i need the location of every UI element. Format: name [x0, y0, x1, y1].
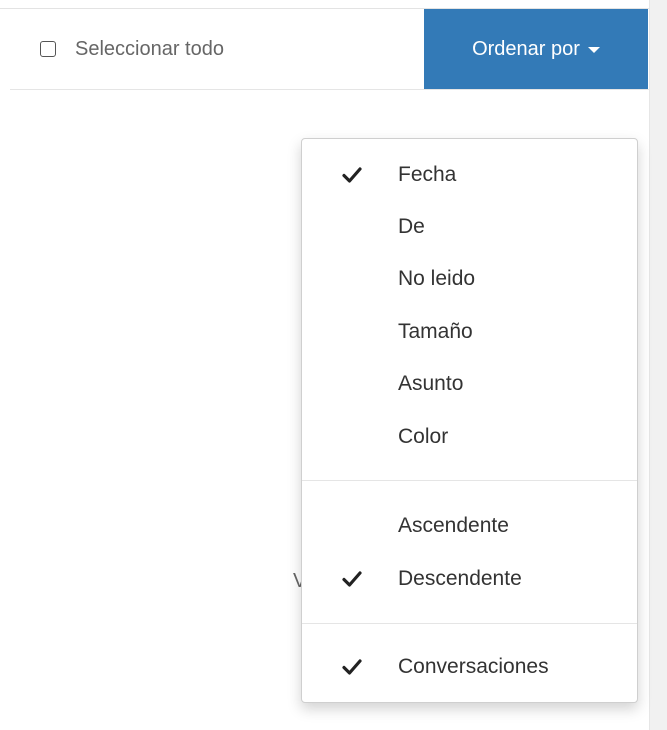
- sort-option-no-leido[interactable]: No leido: [302, 257, 637, 301]
- order-option-label: Ascendente: [398, 514, 509, 537]
- check-icon: [342, 571, 362, 587]
- sort-by-button[interactable]: Ordenar por: [424, 9, 648, 89]
- sort-option-asunto[interactable]: Asunto: [302, 362, 637, 406]
- caret-down-icon: [587, 47, 600, 53]
- order-option-ascendente[interactable]: Ascendente: [302, 504, 637, 548]
- toolbar: Seleccionar todo Ordenar por: [10, 9, 650, 90]
- sort-option-de[interactable]: De: [302, 205, 637, 249]
- check-icon: [342, 167, 362, 183]
- order-option-descendente[interactable]: Descendente: [302, 557, 637, 601]
- order-option-label: Descendente: [398, 567, 522, 590]
- sort-option-fecha[interactable]: Fecha: [302, 153, 637, 197]
- sort-by-label: Ordenar por: [472, 37, 580, 60]
- sort-option-label: De: [398, 215, 425, 238]
- menu-divider: [302, 623, 637, 624]
- check-icon: [342, 659, 362, 675]
- top-border: [0, 0, 650, 9]
- sort-dropdown-menu: Fecha De No leido Tamaño Asunto Color As…: [301, 138, 638, 703]
- sort-option-tamano[interactable]: Tamaño: [302, 310, 637, 354]
- menu-divider: [302, 480, 637, 481]
- select-all-checkbox[interactable]: [40, 41, 56, 57]
- sort-option-label: Tamaño: [398, 320, 473, 343]
- sort-option-label: Color: [398, 425, 449, 448]
- sort-option-label: Asunto: [398, 372, 464, 395]
- select-all-label: Seleccionar todo: [75, 37, 224, 60]
- select-all-control[interactable]: Seleccionar todo: [40, 35, 224, 63]
- view-option-label: Conversaciones: [398, 655, 549, 678]
- sort-option-color[interactable]: Color: [302, 415, 637, 459]
- vertical-scrollbar[interactable]: [649, 0, 667, 730]
- sort-option-label: No leido: [398, 267, 476, 290]
- view-option-conversaciones[interactable]: Conversaciones: [302, 645, 637, 689]
- sort-option-label: Fecha: [398, 163, 457, 186]
